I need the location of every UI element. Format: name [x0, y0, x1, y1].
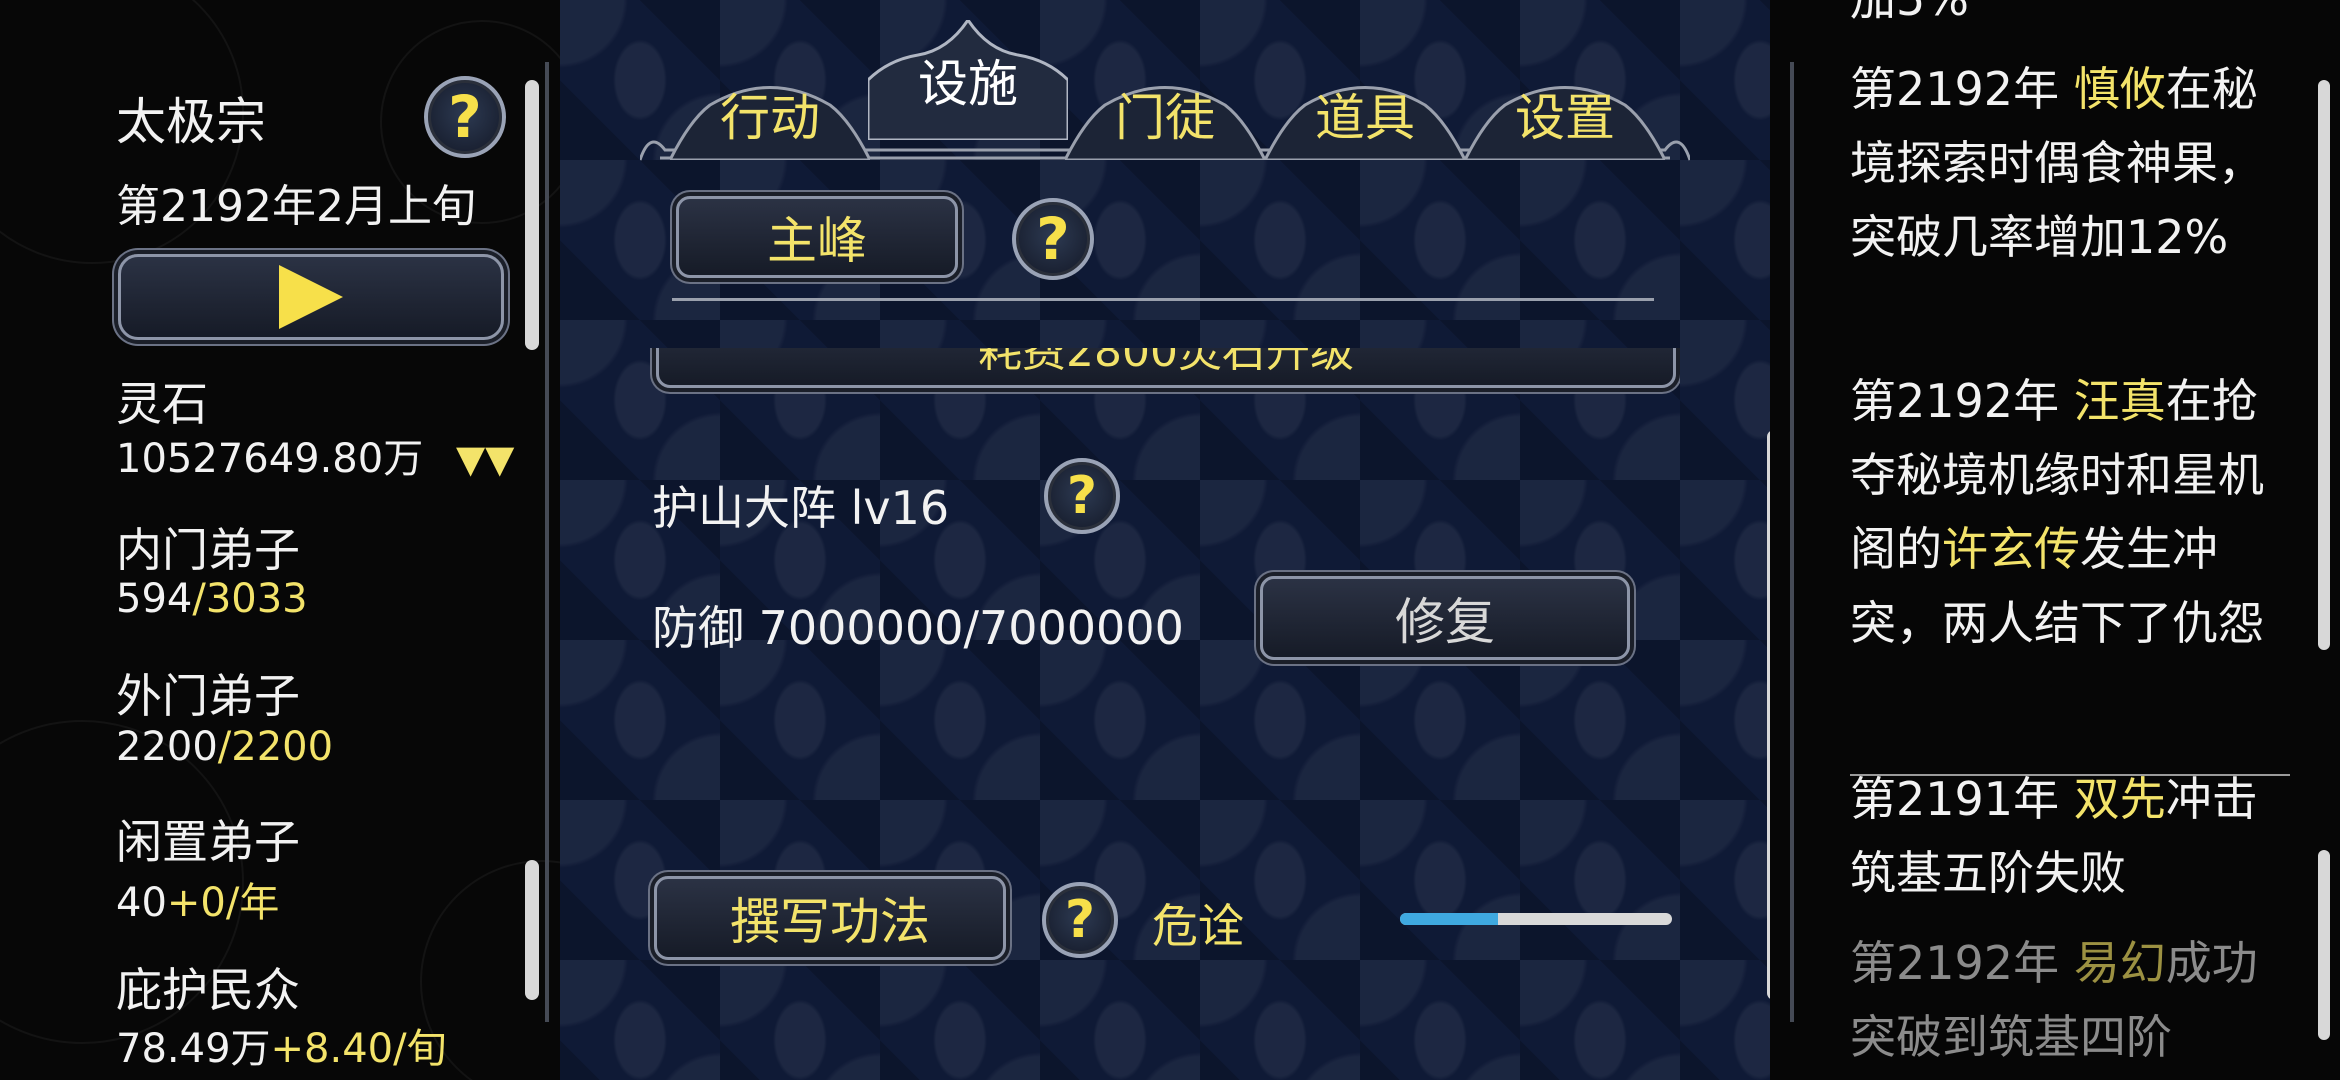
- log-entry: 第2192年 汪真在抢夺秘境机缘时和星机阁的许玄传发生冲突，两人结下了仇怨: [1850, 364, 2290, 660]
- formation-title: 护山大阵 lv16: [652, 481, 950, 535]
- log-scrollbar-thumb[interactable]: [2318, 80, 2330, 650]
- event-log-panel: 加5% 第2192年 慎攸在秘境探索时偶食神果，突破几率增加12% 第2192年…: [1770, 0, 2340, 1080]
- main-peak-help-icon[interactable]: ?: [1012, 198, 1094, 280]
- outer-disciples-max: /2200: [217, 724, 334, 770]
- outer-disciples-value: 2200/2200: [116, 724, 333, 770]
- left-scrollbar-track[interactable]: [545, 62, 549, 1022]
- idle-disciples-count: 40: [116, 880, 167, 926]
- log-entry: 第2192年 慎攸在秘境探索时偶食神果，突破几率增加12%: [1850, 52, 2290, 274]
- protected-people-value: 78.49万+8.40/旬: [116, 1016, 447, 1074]
- inner-disciples-max: /3033: [192, 576, 308, 622]
- log-entry-rival-name[interactable]: 许玄传: [1942, 522, 2080, 576]
- log-entry-year: 第2191年: [1850, 772, 2074, 826]
- inner-disciples-value: 594/3033: [116, 576, 308, 622]
- idle-disciples-rate: +0/年: [166, 880, 280, 926]
- tab-facilities[interactable]: 设施: [868, 20, 1068, 140]
- tab-disciples[interactable]: 门徒: [1065, 60, 1265, 160]
- writing-progress-fill: [1400, 913, 1498, 925]
- log-entry-text: 加5%: [1850, 0, 1969, 26]
- write-technique-button[interactable]: 撰写功法: [654, 876, 1006, 960]
- defense-value: 防御 7000000/7000000: [652, 601, 1184, 655]
- upgrade-button[interactable]: 耗费2800灵石升级: [656, 348, 1676, 388]
- tab-action[interactable]: 行动: [670, 60, 870, 160]
- log-entry: 第2192年 易幻成功突破到筑基四阶: [1850, 926, 2290, 1074]
- tab-items-label: 道具: [1315, 89, 1415, 147]
- play-icon: [279, 265, 343, 329]
- game-date: 第2192年2月上旬: [116, 181, 476, 232]
- write-technique-help-icon[interactable]: ?: [1042, 882, 1118, 958]
- inner-disciples-label: 内门弟子: [116, 523, 300, 577]
- spirit-stone-trend-icon: ▼▼: [455, 437, 515, 481]
- log-scrollbar-lower[interactable]: [2318, 850, 2330, 1040]
- danger-label: 危诠: [1152, 899, 1244, 953]
- header-divider: [672, 298, 1654, 301]
- sect-name: 太极宗: [116, 93, 266, 151]
- log-entry-year: 第2192年: [1850, 936, 2074, 990]
- spirit-stone-value: 10527649.80万 ▼▼: [116, 426, 514, 484]
- main-peak-button[interactable]: 主峰: [676, 196, 958, 278]
- log-left-track: [1790, 62, 1794, 1022]
- protected-people-count: 78.49万: [116, 1026, 271, 1072]
- log-entry: 第2191年 双先冲击筑基五阶失败: [1850, 762, 2290, 910]
- writing-progress-bar: [1400, 913, 1672, 925]
- protected-people-rate: +8.40/旬: [270, 1026, 447, 1072]
- spirit-stone-amount: 10527649.80万: [116, 436, 424, 482]
- left-scrollbar-lower[interactable]: [525, 860, 539, 1000]
- tab-action-label: 行动: [720, 89, 820, 147]
- tab-disciples-label: 门徒: [1115, 89, 1215, 147]
- log-entry-disciple-name[interactable]: 易幻: [2074, 936, 2166, 990]
- idle-disciples-value: 40+0/年: [116, 870, 279, 928]
- spirit-stone-label: 灵石: [116, 377, 208, 431]
- repair-button[interactable]: 修复: [1260, 576, 1630, 660]
- advance-time-button[interactable]: [118, 254, 504, 340]
- log-entry-year: 第2192年: [1850, 62, 2074, 116]
- inner-disciples-count: 594: [116, 576, 193, 622]
- sect-status-panel: 太极宗 ? 第2192年2月上旬 灵石 10527649.80万 ▼▼ 内门弟子…: [0, 0, 560, 1080]
- formation-help-icon[interactable]: ?: [1044, 458, 1120, 534]
- left-scrollbar-thumb[interactable]: [525, 80, 539, 350]
- tab-settings[interactable]: 设置: [1465, 60, 1665, 160]
- log-entry-disciple-name[interactable]: 双先: [2074, 772, 2166, 826]
- tab-facilities-label: 设施: [918, 55, 1018, 113]
- tab-settings-label: 设置: [1515, 89, 1615, 147]
- idle-disciples-label: 闲置弟子: [116, 815, 300, 869]
- log-entry-disciple-name[interactable]: 汪真: [2074, 374, 2166, 428]
- tab-items[interactable]: 道具: [1265, 60, 1465, 160]
- outer-disciples-count: 2200: [116, 724, 218, 770]
- protected-people-label: 庇护民众: [116, 963, 300, 1017]
- sect-help-icon[interactable]: ?: [424, 76, 506, 158]
- log-entry-year: 第2192年: [1850, 374, 2074, 428]
- outer-disciples-label: 外门弟子: [116, 669, 300, 723]
- log-entry-disciple-name[interactable]: 慎攸: [2074, 62, 2166, 116]
- upgrade-button-clip: 耗费2800灵石升级: [650, 348, 1680, 394]
- log-entry: 加5%: [1850, 0, 2290, 36]
